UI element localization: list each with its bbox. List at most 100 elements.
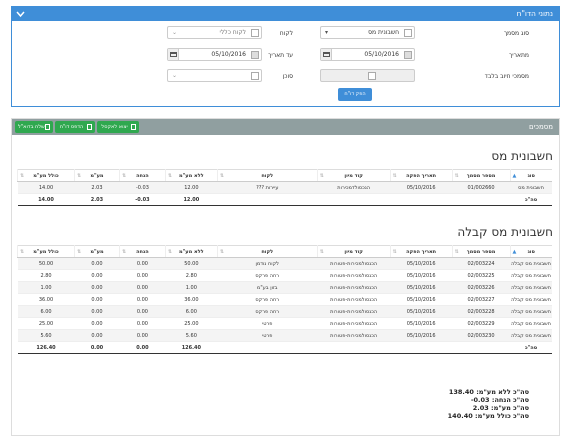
table-cell: חשבונית מס קבלה bbox=[510, 329, 552, 342]
sort-icon[interactable]: ⇅ bbox=[168, 249, 172, 255]
sort-icon[interactable]: ⇅ bbox=[393, 249, 397, 255]
sort-icon[interactable]: ⇅ bbox=[393, 173, 397, 179]
agent-label: סוכן bbox=[282, 73, 293, 80]
column-header[interactable]: כולל מע"מ ⇅ bbox=[17, 169, 75, 182]
calendar-icon[interactable] bbox=[321, 49, 332, 60]
table-cell: 25.00 bbox=[165, 317, 218, 330]
summary-vat: סה"כ מע"מ: 2.03 bbox=[472, 404, 529, 412]
table-row[interactable]: חשבונית מס קבלה 02/003230 05/10/2016 הכנסול… bbox=[17, 329, 552, 342]
table-cell: 05/10/2016 bbox=[390, 305, 453, 318]
column-header[interactable]: סוג ▲ bbox=[509, 169, 552, 182]
column-header[interactable]: לקוח ⇅ bbox=[216, 245, 318, 258]
generate-report-button[interactable]: הפק דו"ח bbox=[338, 88, 372, 101]
table-cell: 05/10/2016 bbox=[390, 281, 453, 294]
table-cell: 02/003226 bbox=[452, 281, 511, 294]
sort-icon[interactable]: ⇅ bbox=[122, 249, 126, 255]
column-header[interactable]: תאריך הפקה ⇅ bbox=[389, 169, 453, 182]
column-header[interactable]: ללא מע"מ ⇅ bbox=[164, 245, 218, 258]
table-cell: עיירות ??? bbox=[217, 181, 318, 194]
doc-type-select[interactable]: חשבונית מס ▾ bbox=[320, 26, 415, 39]
table-row[interactable]: חשבונית מס קבלה 02/003225 05/10/2016 הכנסול… bbox=[17, 269, 552, 282]
table-row[interactable]: חשבונית מס קבלה 02/003229 05/10/2016 הכנסול… bbox=[17, 317, 552, 330]
sort-icon[interactable]: ⇅ bbox=[455, 173, 459, 179]
column-header[interactable]: סוג ▲ bbox=[509, 245, 552, 258]
export-excel-button[interactable]: יצוא לאקסל bbox=[97, 121, 139, 133]
table-row[interactable]: חשבונית מס קבלה 02/003224 05/10/2016 הכנסול… bbox=[17, 257, 552, 270]
send-email-button[interactable]: שלח בדוא"ל bbox=[15, 121, 53, 133]
table-cell: 05/10/2016 bbox=[390, 329, 453, 342]
customer-select[interactable]: לקוח כללי ⌄ bbox=[167, 26, 262, 39]
debt-only-toggle[interactable] bbox=[320, 69, 415, 82]
sort-icon[interactable]: ⇅ bbox=[122, 173, 126, 179]
column-header[interactable]: מספר מסמך ⇅ bbox=[451, 169, 511, 182]
column-header-label: קוד מיון bbox=[344, 248, 363, 255]
agent-select[interactable]: ⌄ bbox=[167, 69, 262, 82]
column-header[interactable]: קוד מיון ⇅ bbox=[316, 169, 391, 182]
table-cell: 0.00 bbox=[74, 293, 120, 306]
sort-icon[interactable]: ⇅ bbox=[20, 173, 24, 179]
column-header[interactable]: תאריך הפקה ⇅ bbox=[389, 245, 453, 258]
table-cell: 50.00 bbox=[165, 257, 218, 270]
agent-checkbox[interactable] bbox=[251, 72, 259, 80]
total-row: סה"כ 126.40 0.00 0.00 126.40 bbox=[17, 341, 552, 354]
sort-icon[interactable]: ⇅ bbox=[20, 249, 24, 255]
sort-icon[interactable]: ⇅ bbox=[320, 249, 324, 255]
table1-header-row: סוג ▲ מספר מסמך ⇅ תאריך הפקה ⇅ קוד מיון ⇅ לקוח ⇅ ל… bbox=[17, 169, 552, 182]
total-cell: 0.03- bbox=[119, 193, 166, 206]
sort-icon[interactable]: ▲ bbox=[513, 173, 517, 179]
table-cell: חשבונית מס bbox=[510, 181, 552, 194]
sort-icon[interactable]: ⇅ bbox=[168, 173, 172, 179]
column-header[interactable]: מספר מסמך ⇅ bbox=[451, 245, 511, 258]
table-cell: הנכסולדמכירות bbox=[317, 181, 391, 194]
column-header-label: כולל מע"מ bbox=[33, 172, 59, 179]
documents-header: מסמכים יצוא לאקסל הדפס דו"ח שלח בדוא"ל bbox=[12, 119, 559, 135]
from-date-checkbox[interactable] bbox=[404, 51, 412, 59]
sort-icon[interactable]: ⇅ bbox=[320, 173, 324, 179]
column-header[interactable]: קוד מיון ⇅ bbox=[316, 245, 391, 258]
table-cell: 05/10/2016 bbox=[390, 269, 453, 282]
sort-icon[interactable]: ▲ bbox=[513, 249, 517, 255]
table-cell: הכנסולמכירות-פטורות bbox=[317, 293, 391, 306]
table-cell: הכנסולמכירות-פטורות bbox=[317, 269, 391, 282]
doc-type-label: סוג מסמך bbox=[503, 30, 529, 37]
sort-icon[interactable]: ⇅ bbox=[220, 249, 224, 255]
to-date-checkbox[interactable] bbox=[251, 51, 259, 59]
table-cell: 02/003229 bbox=[452, 317, 511, 330]
report-params-header[interactable]: נתוני הדו"ח bbox=[12, 7, 559, 21]
column-header[interactable]: כולל מע"מ ⇅ bbox=[16, 245, 75, 258]
column-header[interactable]: לקוח ⇅ bbox=[216, 169, 318, 182]
total-cell bbox=[217, 193, 318, 206]
column-header-label: סוג bbox=[527, 248, 535, 255]
column-header[interactable]: הנחה ⇅ bbox=[118, 245, 166, 258]
table-cell: 2.80 bbox=[165, 269, 218, 282]
column-header[interactable]: מע"מ ⇅ bbox=[74, 245, 120, 258]
column-header[interactable]: ללא מע"מ ⇅ bbox=[164, 169, 218, 182]
table-row[interactable]: חשבונית מס קבלה 02/003226 05/10/2016 הכנסול… bbox=[17, 281, 552, 294]
column-header[interactable]: הנחה ⇅ bbox=[118, 169, 166, 182]
table-cell: חשבונית מס קבלה bbox=[510, 281, 552, 294]
table-row[interactable]: חשבונית מס קבלה 02/003227 05/10/2016 הכנסול… bbox=[17, 293, 552, 306]
column-header-label: הנחה bbox=[136, 248, 149, 255]
customer-checkbox[interactable] bbox=[251, 29, 259, 37]
table-row[interactable]: חשבונית מס קבלה 02/003228 05/10/2016 הכנסול… bbox=[17, 305, 552, 318]
debt-only-checkbox[interactable] bbox=[368, 72, 376, 80]
sort-icon[interactable]: ⇅ bbox=[77, 173, 81, 179]
total-cell bbox=[217, 341, 318, 354]
sort-icon[interactable]: ⇅ bbox=[220, 173, 224, 179]
from-date-field[interactable]: 05/10/2016 bbox=[320, 48, 415, 61]
table-cell: 25.00 bbox=[17, 317, 75, 330]
to-date-field[interactable]: 05/10/2016 bbox=[167, 48, 262, 61]
calendar-icon[interactable] bbox=[168, 49, 179, 60]
table-row[interactable]: חשבונית מס 01/002660 05/10/2016 הנכסולדמכיר… bbox=[17, 181, 552, 194]
sort-icon[interactable]: ⇅ bbox=[455, 249, 459, 255]
total-cell: סה"כ bbox=[510, 193, 552, 206]
sort-icon[interactable]: ⇅ bbox=[77, 249, 81, 255]
table2-header-row: סוג ▲ מספר מסמך ⇅ תאריך הפקה ⇅ קוד מיון ⇅ לקוח ⇅ ל… bbox=[16, 245, 552, 258]
documents-panel: מסמכים יצוא לאקסל הדפס דו"ח שלח בדוא"ל ח… bbox=[11, 118, 560, 436]
chevron-down-icon[interactable] bbox=[16, 10, 25, 18]
table2-title: חשבונית מס קבלה bbox=[457, 225, 553, 239]
table-cell: 36.00 bbox=[165, 293, 218, 306]
column-header[interactable]: מע"מ ⇅ bbox=[73, 169, 120, 182]
print-report-button[interactable]: הדפס דו"ח bbox=[55, 121, 95, 133]
doc-type-checkbox[interactable] bbox=[404, 29, 412, 37]
